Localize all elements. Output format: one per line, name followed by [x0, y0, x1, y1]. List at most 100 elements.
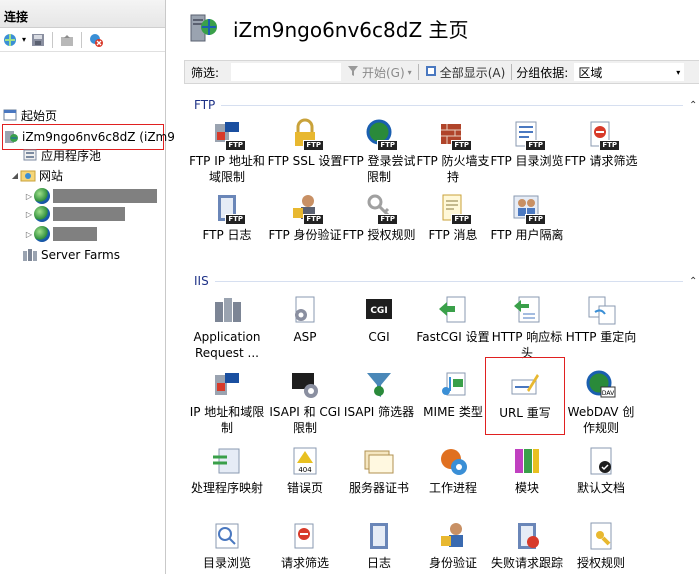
feature-label: 身份验证: [428, 556, 477, 570]
isapi-filter-funnel-icon: [363, 369, 395, 401]
filter-bar: 筛选: 开始(G) ▾ 全部显示(A) 分组依据: 区域 ▾: [184, 60, 699, 84]
feature-isapi-filters[interactable]: ISAPI 筛选器: [340, 369, 418, 420]
svg-text:DAV: DAV: [602, 390, 615, 397]
expand-arrow-icon[interactable]: ▷: [24, 210, 34, 219]
feature-label: ISAPI 和 CGI 限制: [269, 405, 341, 435]
chevron-down-icon: ▾: [676, 67, 681, 77]
feature-request-filtering[interactable]: 请求筛选: [266, 520, 344, 571]
tree-label-start-page: 起始页: [21, 108, 58, 123]
feature-ftp-ip-restrictions[interactable]: FTP FTP IP 地址和域限制: [188, 118, 266, 185]
feature-label: 错误页: [286, 481, 323, 495]
connect-dropdown-icon[interactable]: ▾: [22, 35, 26, 44]
feature-authentication[interactable]: 身份验证: [414, 520, 492, 571]
feature-ftp-directory-browsing[interactable]: FTP FTP 目录浏览: [488, 118, 566, 169]
feature-fastcgi[interactable]: FastCGI 设置: [414, 294, 492, 345]
modules-icon: [511, 445, 543, 477]
section-divider: [221, 104, 683, 106]
section-header-ftp[interactable]: FTP ⌃: [184, 96, 699, 114]
features-content: FTP ⌃ FTP FTP IP 地址和域限制 FTP FTP SSL 设置 F…: [184, 88, 699, 574]
tree-node-site[interactable]: ▷: [24, 224, 97, 244]
feature-handler-mappings[interactable]: 处理程序映射: [188, 445, 266, 496]
http-redirect-icon: [585, 294, 617, 326]
feature-directory-browsing[interactable]: 目录浏览: [188, 520, 266, 571]
toolbar-separator: [52, 31, 54, 48]
collapse-arrow-icon[interactable]: ◢: [10, 171, 20, 180]
section-header-iis[interactable]: IIS ⌃: [184, 272, 699, 290]
expand-arrow-icon[interactable]: ▷: [24, 192, 34, 201]
feature-label: ASP: [293, 330, 317, 344]
arr-server-icon: [211, 294, 243, 326]
feature-application-request-routing[interactable]: Application Request ...: [188, 294, 266, 361]
svg-text:CGI: CGI: [370, 306, 387, 316]
feature-cgi[interactable]: CGI CGI: [340, 294, 418, 345]
disconnect-icon[interactable]: [88, 32, 104, 48]
ftp-ip-restriction-icon: FTP: [211, 118, 246, 151]
feature-ftp-firewall[interactable]: FTP FTP 防火墙支持: [414, 118, 492, 185]
start-page-icon: [2, 107, 18, 123]
feature-label: CGI: [368, 330, 390, 344]
tree-node-app-pools[interactable]: 应用程序池: [22, 145, 101, 165]
ftp-authorization-key-icon: FTP: [363, 192, 398, 225]
feature-ftp-authorization[interactable]: FTP FTP 授权规则: [340, 192, 418, 243]
connections-title: 连接: [0, 0, 165, 28]
save-icon[interactable]: [30, 32, 46, 48]
ftp-firewall-brick-icon: FTP: [437, 118, 472, 151]
dropdown-arrow-icon: ▾: [407, 67, 412, 77]
feature-ftp-logon-attempts[interactable]: FTP FTP 登录尝试限制: [340, 118, 418, 185]
failed-request-tracing-icon: [511, 520, 543, 552]
isapi-cgi-restriction-icon: [289, 369, 321, 401]
feature-http-redirect[interactable]: HTTP 重定向: [562, 294, 640, 345]
feature-authorization-rules[interactable]: 授权规则: [562, 520, 640, 571]
feature-ip-domain-restrictions[interactable]: IP 地址和域限制: [188, 369, 266, 436]
feature-label: 默认文档: [576, 481, 625, 495]
feature-label: 日志: [366, 556, 391, 570]
ftp-authentication-user-icon: FTP: [289, 192, 324, 225]
default-document-icon: [585, 445, 617, 477]
tree-node-site[interactable]: ▷: [24, 186, 157, 206]
feature-server-certificates[interactable]: 服务器证书: [340, 445, 418, 496]
feature-http-response-headers[interactable]: HTTP 响应标头: [488, 294, 566, 361]
tree-node-site[interactable]: ▷: [24, 204, 125, 224]
feature-ftp-authentication[interactable]: FTP FTP 身份验证: [266, 192, 344, 243]
feature-logging[interactable]: 日志: [340, 520, 418, 571]
start-filter-button[interactable]: 开始(G) ▾: [341, 64, 418, 81]
feature-url-rewrite[interactable]: URL 重写: [485, 357, 565, 435]
up-folder-icon[interactable]: [59, 32, 75, 48]
feature-ftp-ssl[interactable]: FTP FTP SSL 设置: [266, 118, 344, 169]
fastcgi-arrow-page-icon: [437, 294, 469, 326]
feature-label: FTP 目录浏览: [490, 154, 564, 168]
feature-ftp-logging[interactable]: FTP FTP 日志: [188, 192, 266, 243]
feature-worker-processes[interactable]: 工作进程: [414, 445, 492, 496]
tree-node-start-page[interactable]: 起始页: [2, 105, 57, 125]
tree-node-server-farms[interactable]: Server Farms: [22, 245, 120, 265]
feature-isapi-cgi-restrictions[interactable]: ISAPI 和 CGI 限制: [266, 369, 344, 436]
feature-label: 授权规则: [576, 556, 625, 570]
filter-input[interactable]: [231, 63, 341, 81]
feature-error-pages[interactable]: 404 错误页: [266, 445, 344, 496]
feature-label: MIME 类型: [423, 405, 483, 419]
feature-default-document[interactable]: 默认文档: [562, 445, 640, 496]
show-all-icon: [425, 65, 437, 80]
group-by-select[interactable]: 区域 ▾: [574, 63, 685, 81]
feature-label: HTTP 重定向: [565, 330, 637, 344]
feature-asp[interactable]: ASP: [266, 294, 344, 345]
page-header: iZm9ngo6nv6c8dZ 主页: [167, 0, 699, 56]
feature-modules[interactable]: 模块: [488, 445, 566, 496]
tree-label-server: iZm9ngo6nv6c8dZ (iZm9: [22, 130, 175, 144]
feature-label: FTP 消息: [428, 228, 478, 242]
feature-failed-request-tracing[interactable]: 失败请求跟踪: [488, 520, 566, 571]
connections-toolbar: ▾: [0, 28, 165, 52]
expand-arrow-icon[interactable]: ▷: [24, 230, 34, 239]
feature-ftp-request-filtering[interactable]: FTP FTP 请求筛选: [562, 118, 640, 169]
feature-ftp-messages[interactable]: FTP FTP 消息: [414, 192, 492, 243]
feature-ftp-user-isolation[interactable]: FTP FTP 用户隔离: [488, 192, 566, 243]
collapse-chevron-icon[interactable]: ⌃: [689, 100, 699, 111]
ftp-directory-browse-icon: FTP: [511, 118, 546, 151]
tree-node-sites[interactable]: ◢ 网站: [10, 165, 63, 185]
server-certificates-icon: [363, 445, 395, 477]
feature-webdav-authoring-rules[interactable]: DAV WebDAV 创作规则: [562, 369, 640, 436]
feature-mime-types[interactable]: MIME 类型: [414, 369, 492, 420]
collapse-chevron-icon[interactable]: ⌃: [689, 276, 699, 287]
show-all-button[interactable]: 全部显示(A): [419, 64, 512, 81]
connect-globe-icon[interactable]: [2, 32, 18, 48]
